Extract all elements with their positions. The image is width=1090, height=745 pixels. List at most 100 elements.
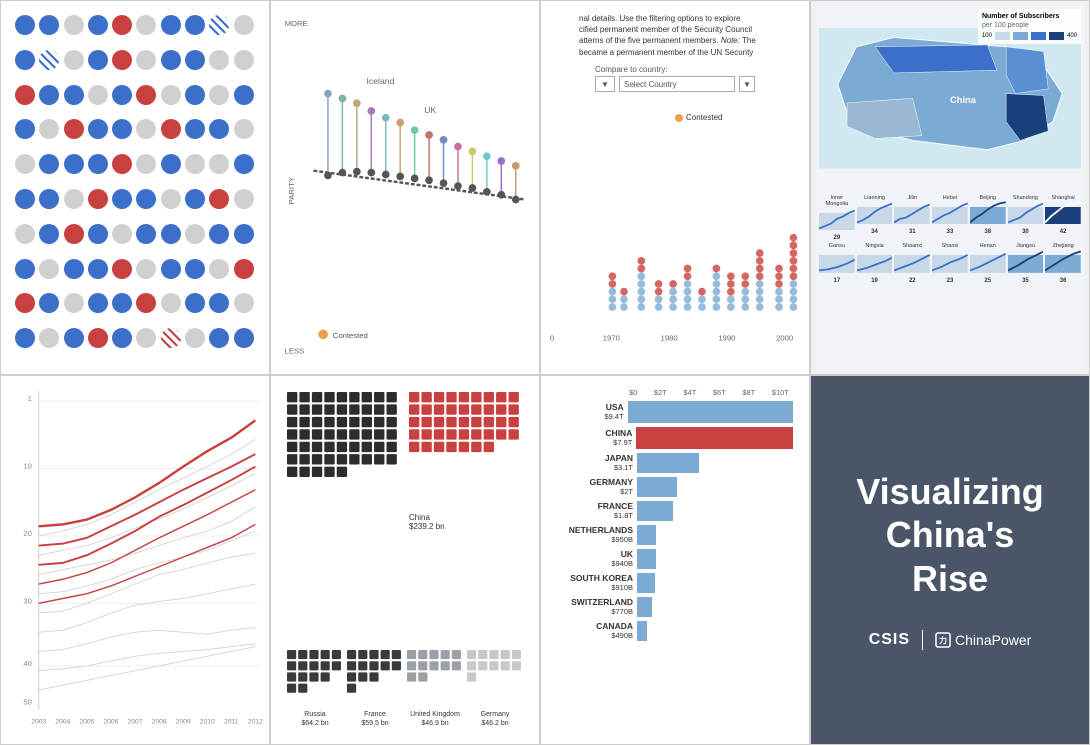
dot [209,189,229,209]
dot [136,154,156,174]
dot [39,85,59,105]
line-chart-svg: 1 10 20 30 40 50 [5,380,265,740]
sm-gansu: Gansu 17 [819,243,855,284]
china-waffle-label: China $239.2 bn [409,513,523,531]
svg-text:0: 0 [550,334,554,343]
dot [15,85,35,105]
dot [39,154,59,174]
svg-text:力: 力 [939,635,947,645]
svg-text:10: 10 [23,462,32,471]
svg-text:2010: 2010 [200,719,215,726]
dot [15,293,35,313]
dot [136,293,156,313]
iceland-label: Iceland [366,76,394,86]
svg-text:1: 1 [28,394,32,403]
dot [234,189,254,209]
dot [39,119,59,139]
svg-text:2011: 2011 [224,719,239,726]
dot [185,259,205,279]
dot [64,293,84,313]
parity-label: PARITY [287,177,296,204]
dot [88,293,108,313]
bottom-waffle-row: Russia $64.2 bn Fra [287,650,523,728]
gdp-bar-chart-cell: $0 $2T $4T $6T $8T $10T USA $9.4T CHINA [540,375,810,745]
dot [161,328,181,348]
dot [112,293,132,313]
dot [185,85,205,105]
country-lines [324,90,519,204]
dot [234,154,254,174]
dot [15,328,35,348]
bar-switzerland: SWITZERLAND $770B [557,597,793,617]
dot-matrix-cell [0,0,270,375]
dot [185,224,205,244]
dot [15,50,35,70]
dot [209,328,229,348]
compare-label: Compare to country: [595,65,755,74]
sm-shandong: Shandong 30 [1008,195,1044,242]
dot [161,15,181,35]
svg-text:2008: 2008 [152,719,167,726]
dot [15,259,35,279]
dot [136,119,156,139]
svg-text:20: 20 [23,529,32,538]
dot [136,85,156,105]
dot [185,119,205,139]
tooltip-text: nal details. Use the filtering options t… [575,9,775,62]
dot [39,224,59,244]
chinapower-logo: 力 ChinaPower [935,632,1031,648]
dot [136,328,156,348]
svg-text:2009: 2009 [176,719,191,726]
dot [234,259,254,279]
dot [39,189,59,209]
sm-zhejiang: Zhejiang 36 [1045,243,1081,284]
bar-uk: UK $940B [557,549,793,569]
red-waffle-section: China $239.2 bn [409,392,523,644]
dot [88,259,108,279]
dot [185,15,205,35]
map-legend: Number of Subscribers per 100 people 100… [978,9,1081,44]
dot [185,189,205,209]
dot-grid [15,15,255,360]
bar-germany: GERMANY $2T [557,477,793,497]
dot [136,224,156,244]
dot [161,50,181,70]
bar-usa: USA $9.4T [557,401,793,423]
svg-text:1990: 1990 [718,334,735,343]
bar-south-korea: SOUTH KOREA $910B [557,573,793,593]
dot [112,154,132,174]
dropdown-arrow[interactable]: ▼ [595,76,615,92]
contested-label: Contested [333,331,368,340]
dot [112,259,132,279]
sm-beijing: Beijing 38 [970,195,1006,242]
sm-shaanxi: Shaanxi 22 [894,243,930,284]
dot [88,189,108,209]
sm-hebei: Hebei 33 [932,195,968,242]
bar-france: FRANCE $1.8T [557,501,793,521]
title-card-cell: Visualizing China's Rise CSIS 力 ChinaPow… [810,375,1090,745]
dark-waffle-svg [287,392,401,506]
dot [209,259,229,279]
country-select[interactable]: Select Country [619,76,735,92]
dot [39,50,59,70]
dot [88,224,108,244]
contested-dot [318,330,328,340]
dot [64,189,84,209]
logo-bar: CSIS 力 ChinaPower [869,630,1032,650]
bar-china: CHINA $7.9T [557,427,793,449]
dot [185,293,205,313]
axis-labels: $0 $2T $4T $6T $8T $10T [557,388,793,397]
select-arrow[interactable]: ▼ [739,76,755,92]
logo-divider [922,630,923,650]
sm-henan: Henan 25 [970,243,1006,284]
dot [234,224,254,244]
svg-text:2004: 2004 [55,719,70,726]
compare-country-section: Compare to country: ▼ Select Country ▼ [595,65,755,92]
bar-japan: JAPAN $3.1T [557,453,793,473]
dot [88,85,108,105]
svg-text:1980: 1980 [661,334,678,343]
csis-logo: CSIS [869,631,910,649]
dot [209,154,229,174]
dot [136,15,156,35]
dot [185,50,205,70]
